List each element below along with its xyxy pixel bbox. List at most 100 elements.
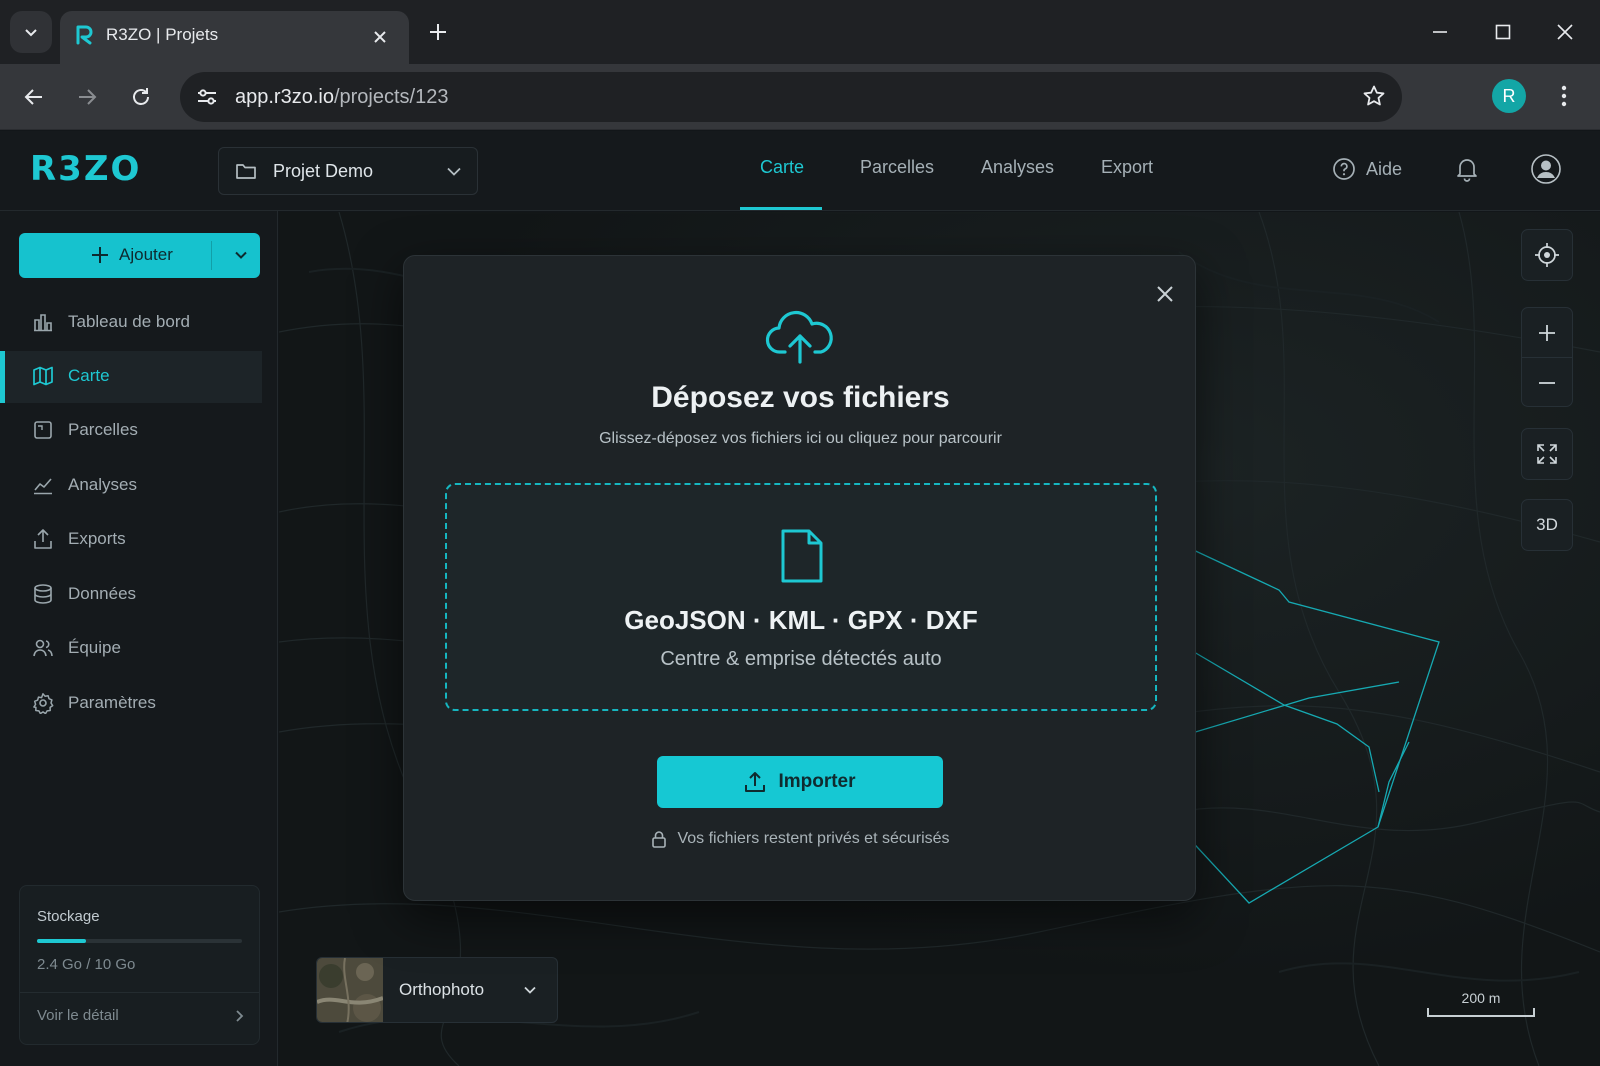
new-tab-button[interactable] (422, 16, 454, 48)
url-text: app.r3zo.io/projects/123 (235, 86, 448, 109)
tab-search-button[interactable] (10, 11, 52, 53)
tab-carte[interactable]: Carte (760, 157, 804, 178)
chevron-down-icon[interactable] (233, 247, 249, 263)
back-button[interactable] (15, 78, 53, 116)
add-button[interactable]: Ajouter (19, 233, 260, 278)
maximize-button[interactable] (1483, 14, 1523, 50)
chart-icon (34, 478, 52, 495)
more-vertical-icon (1561, 85, 1567, 107)
folder-icon (236, 164, 256, 179)
file-dropzone[interactable]: GeoJSON · KML · GPX · DXF Centre & empri… (445, 483, 1157, 711)
arrow-right-icon (79, 89, 97, 105)
scale-line (1427, 1008, 1535, 1017)
minimize-button[interactable] (1420, 14, 1460, 50)
notification-bell-icon[interactable] (1455, 156, 1479, 182)
minimize-icon (1433, 31, 1447, 33)
map-icon (33, 366, 53, 386)
arrow-left-icon (24, 89, 42, 105)
sidebar-item-team[interactable]: Équipe (0, 623, 262, 675)
bookmark-star-icon[interactable] (1362, 84, 1386, 108)
orthophoto-thumbnail (317, 958, 383, 1022)
sidebar-item-exports[interactable]: Exports (0, 514, 262, 566)
zoom-controls (1521, 307, 1573, 407)
zoom-out-button[interactable] (1522, 358, 1572, 407)
sidebar-item-parcels[interactable]: Parcelles (0, 405, 262, 457)
dropzone-hint: Centre & emprise détectés auto (660, 648, 942, 670)
browser-menu-button[interactable] (1552, 79, 1576, 113)
close-icon (1157, 286, 1173, 302)
database-icon (34, 584, 52, 604)
user-account-icon[interactable] (1531, 154, 1561, 184)
lock-icon (652, 831, 667, 848)
forward-button[interactable] (68, 78, 106, 116)
sidebar-item-dashboard[interactable]: Tableau de bord (0, 297, 262, 349)
modal-title: Déposez vos fichiers (651, 381, 950, 414)
file-icon (781, 529, 823, 583)
plus-icon (1539, 324, 1555, 341)
storage-progress-bar (37, 939, 242, 943)
import-button[interactable]: Importer (657, 756, 943, 808)
minus-icon (1539, 381, 1555, 384)
chevron-right-icon[interactable] (233, 1008, 245, 1024)
plus-icon (92, 247, 108, 263)
sidebar-item-label: Tableau de bord (68, 312, 190, 331)
storage-title: Stockage (37, 908, 100, 925)
app-header: R3ZO Projet Demo Carte Parcelles Analyse… (0, 131, 1600, 211)
tab-analyses[interactable]: Analyses (981, 157, 1054, 178)
url-path: /projects/123 (333, 86, 449, 108)
sidebar-item-map[interactable]: Carte (0, 351, 262, 403)
locate-button[interactable] (1521, 229, 1573, 281)
fullscreen-button[interactable] (1521, 428, 1573, 480)
close-window-button[interactable] (1545, 14, 1585, 50)
zoom-in-button[interactable] (1522, 308, 1572, 357)
sidebar-item-label: Paramètres (68, 693, 156, 712)
sidebar-item-label: Carte (68, 366, 110, 385)
sidebar-item-label: Exports (68, 529, 126, 548)
basemap-selector[interactable]: Orthophoto (316, 957, 558, 1023)
app-logo[interactable]: R3ZO (30, 149, 141, 189)
toggle-3d-button[interactable]: 3D (1521, 499, 1573, 551)
sidebar-item-analyses[interactable]: Analyses (0, 460, 262, 512)
supported-formats: GeoJSON · KML · GPX · DXF (624, 605, 978, 635)
storage-progress-fill (37, 939, 87, 943)
chevron-down-icon (524, 986, 536, 994)
sidebar-item-label: Données (68, 584, 137, 603)
browser-toolbar: app.r3zo.io/projects/123 R (0, 64, 1600, 130)
storage-amount: 2.4 Go / 10 Go (37, 956, 136, 973)
export-icon (34, 529, 52, 549)
close-icon (1557, 24, 1573, 40)
reload-button[interactable] (122, 78, 160, 116)
browser-tab[interactable]: R3ZO | Projets (60, 11, 409, 64)
sidebar-item-data[interactable]: Données (0, 569, 262, 621)
address-bar[interactable]: app.r3zo.io/projects/123 (180, 72, 1402, 122)
sidebar-item-label: Parcelles (68, 420, 138, 439)
project-selector[interactable]: Projet Demo (218, 147, 478, 195)
basemap-label: Orthophoto (399, 980, 485, 999)
active-tab-indicator (740, 207, 822, 210)
url-host: app.r3zo.io (235, 86, 334, 108)
chevron-down-icon (25, 29, 37, 37)
split-divider (211, 241, 212, 270)
maximize-icon (1495, 24, 1511, 40)
plus-icon (430, 24, 446, 40)
expand-icon (1537, 444, 1557, 464)
close-icon (374, 31, 386, 43)
project-name: Projet Demo (273, 161, 374, 181)
site-info-button[interactable] (192, 83, 222, 111)
tab-export[interactable]: Export (1101, 157, 1153, 178)
sidebar-item-settings[interactable]: Paramètres (0, 678, 262, 730)
reload-icon (133, 88, 149, 105)
sidebar: Ajouter Tableau de bord Carte Parcelles … (0, 211, 278, 1066)
profile-avatar[interactable]: R (1492, 79, 1526, 113)
storage-detail-link[interactable]: Voir le détail (37, 1007, 119, 1024)
tune-icon (198, 89, 216, 105)
tab-title: R3ZO | Projets (106, 25, 219, 44)
tab-close-button[interactable] (366, 23, 394, 51)
help-link[interactable]: Aide (1332, 157, 1402, 181)
tab-parcelles[interactable]: Parcelles (860, 157, 934, 178)
settings-icon (33, 693, 54, 714)
modal-subtitle: Glissez-déposez vos fichiers ici ou cliq… (599, 430, 1002, 447)
upload-modal: Déposez vos fichiers Glissez-déposez vos… (403, 255, 1196, 901)
sidebar-item-label: Équipe (68, 638, 121, 657)
modal-close-button[interactable] (1150, 279, 1180, 309)
